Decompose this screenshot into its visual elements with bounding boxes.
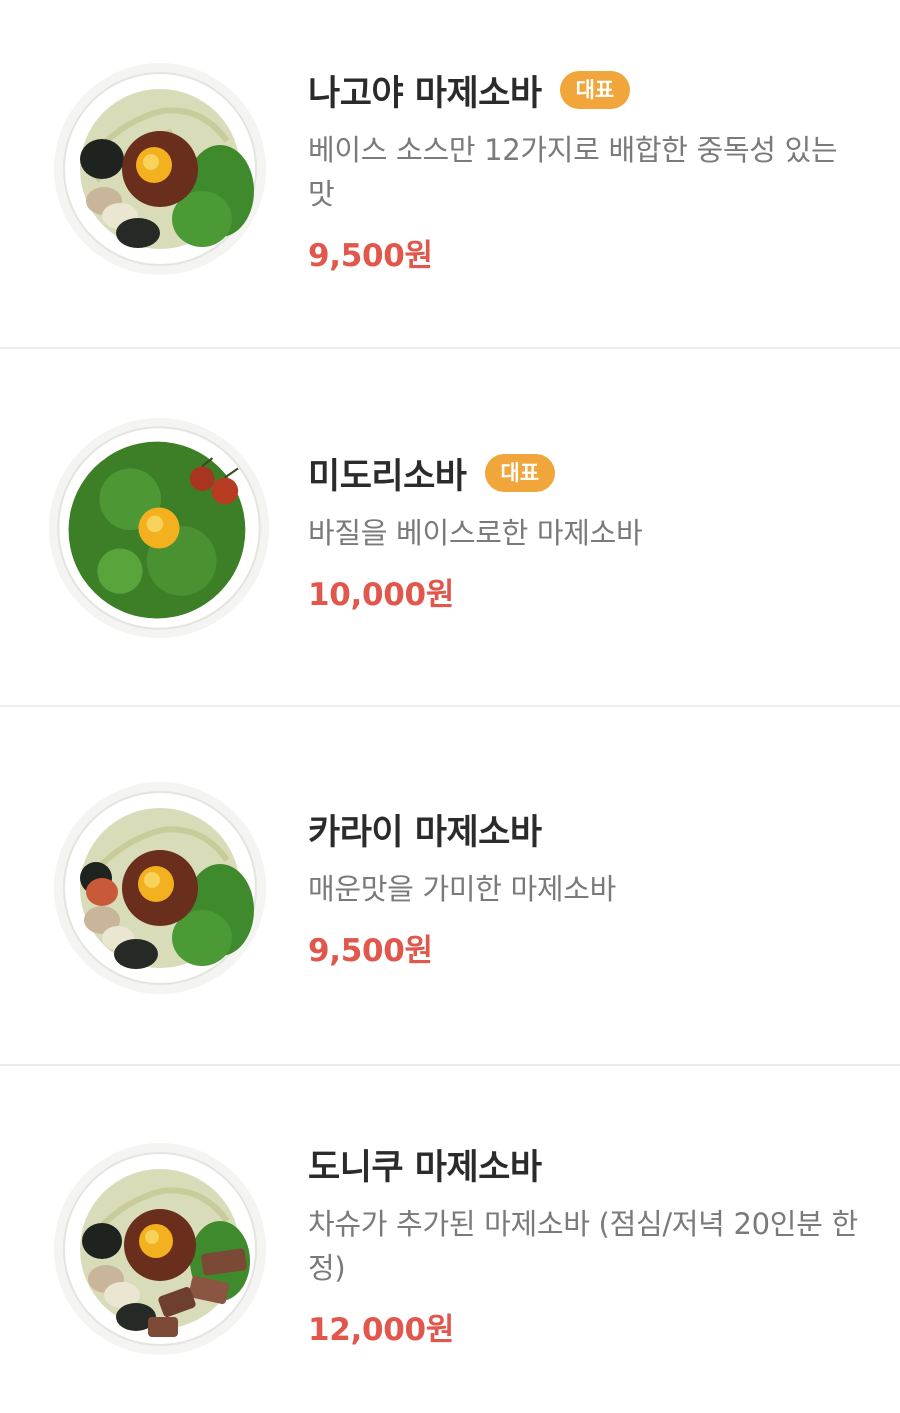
menu-item-name: 나고야 마제소바 <box>308 73 542 114</box>
menu-item-description: 바질을 베이스로한 마제소바 <box>308 516 643 550</box>
signature-badge: 대표 <box>484 454 556 492</box>
menu-item-price: 9,500원 <box>308 933 433 969</box>
menu-item-name: 도니쿠 마제소바 <box>308 1147 542 1188</box>
menu-item-description: 매운맛을 가미한 마제소바 <box>308 872 617 906</box>
signature-badge: 대표 <box>559 71 631 109</box>
midori-soba-bowl-image <box>48 417 270 639</box>
menu-item-description: 베이스 소스만 12가지로 배합한 중독성 있는 맛 <box>308 133 838 211</box>
menu-item-karai-mazesoba[interactable]: 카라이 마제소바 매운맛을 가미한 마제소바 9,500원 <box>0 707 900 1066</box>
doniku-mazesoba-bowl-image <box>52 1141 268 1357</box>
menu-item-name: 카라이 마제소바 <box>308 812 542 853</box>
menu-item-price: 9,500원 <box>308 238 433 274</box>
menu-item-name: 미도리소바 <box>308 456 467 497</box>
mazesoba-bowl-image <box>52 61 268 277</box>
menu-item-price: 12,000원 <box>308 1312 455 1348</box>
menu-item-nagoya-mazesoba[interactable]: 나고야 마제소바 대표 베이스 소스만 12가지로 배합한 중독성 있는 맛 9… <box>0 0 900 349</box>
karai-mazesoba-bowl-image <box>52 780 268 996</box>
menu-item-price: 10,000원 <box>308 577 455 613</box>
menu-item-description: 차슈가 추가된 마제소바 (점심/저녁 20인분 한정) <box>308 1207 858 1285</box>
menu-item-midori-soba[interactable]: 미도리소바 대표 바질을 베이스로한 마제소바 10,000원 <box>0 349 900 707</box>
menu-item-doniku-mazesoba[interactable]: 도니쿠 마제소바 차슈가 추가된 마제소바 (점심/저녁 20인분 한정) 12… <box>0 1066 900 1413</box>
